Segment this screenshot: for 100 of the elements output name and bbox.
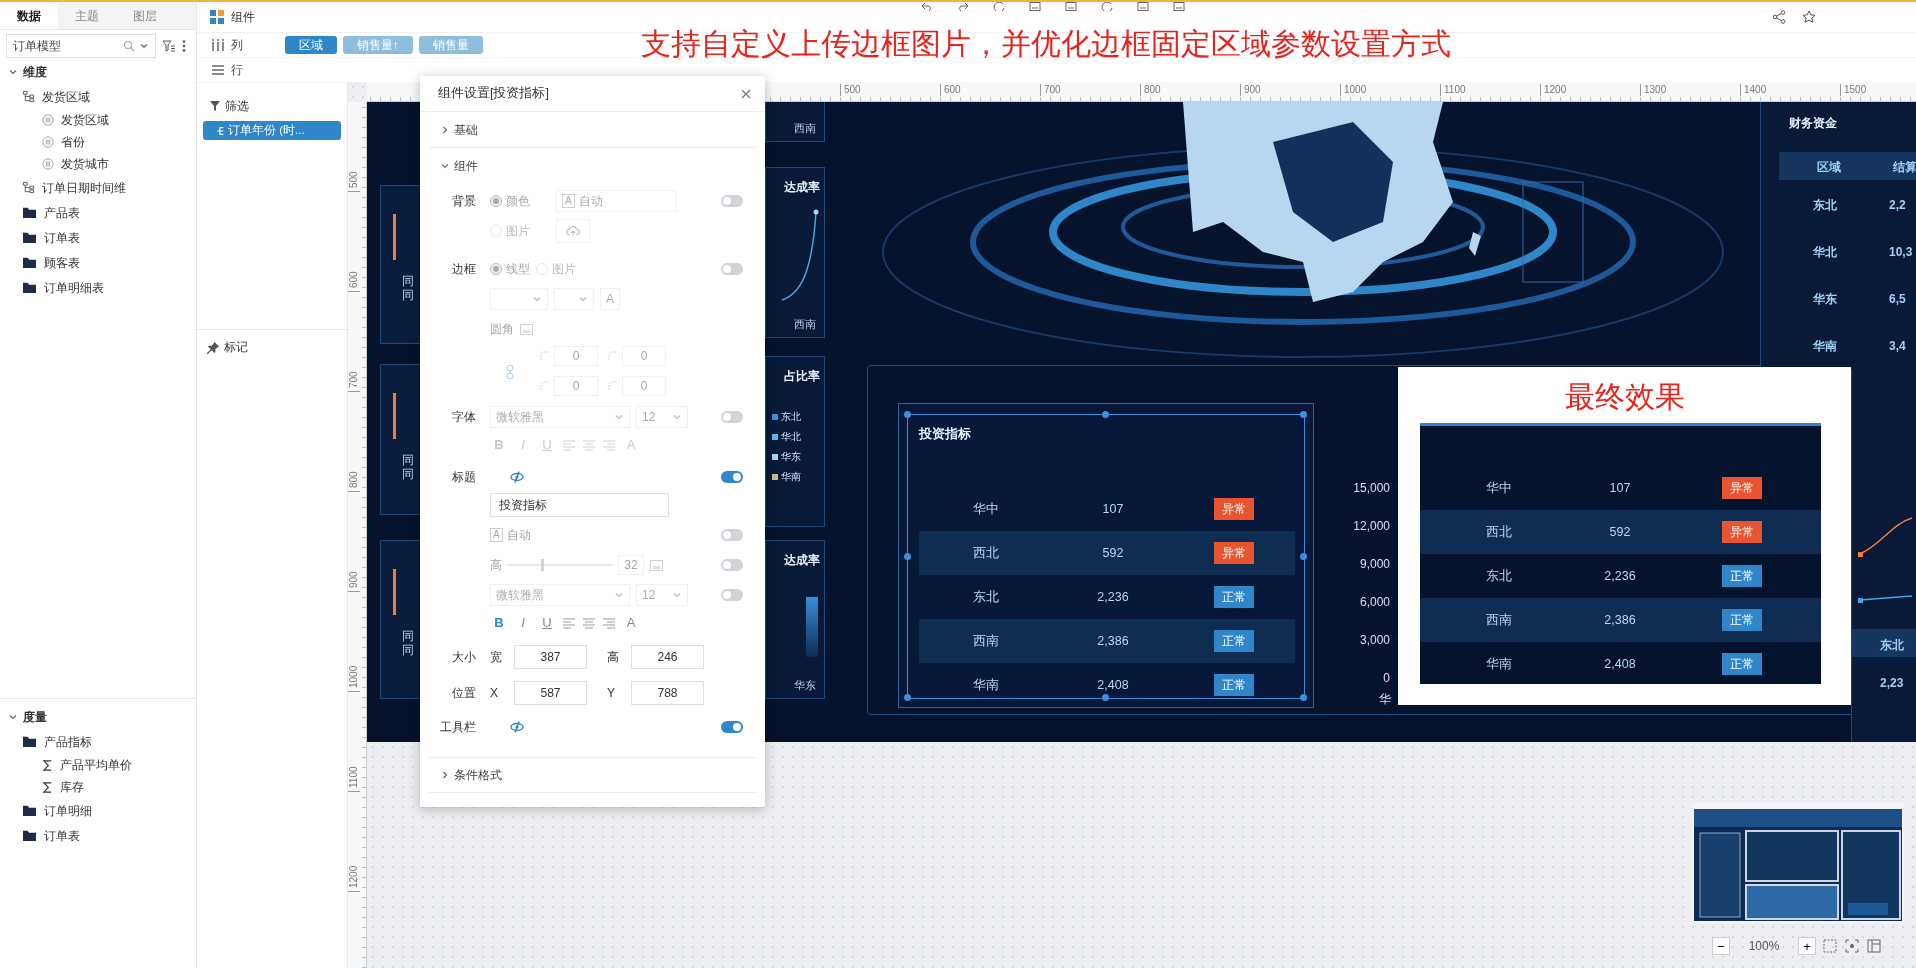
format-button[interactable]: B xyxy=(490,613,508,633)
number-input[interactable]: 587 xyxy=(514,681,587,705)
ruler-label: 1100 xyxy=(348,766,360,792)
tree-item[interactable]: 发货城市 xyxy=(0,153,196,175)
resize-handle[interactable] xyxy=(1102,694,1109,701)
tree-item[interactable]: 产品表 xyxy=(0,200,196,225)
tree-item[interactable]: 库存 xyxy=(0,776,196,798)
toggle-switch[interactable] xyxy=(721,529,743,541)
color-swatch[interactable]: A xyxy=(600,288,620,310)
window-icon[interactable] xyxy=(1137,2,1149,11)
resize-handle[interactable] xyxy=(1300,411,1307,418)
toggle-switch[interactable] xyxy=(721,195,743,207)
tree-item[interactable]: 省份 xyxy=(0,131,196,153)
panel-tab[interactable]: 数据 xyxy=(0,2,58,29)
tree-item[interactable]: 订单日期时间维 xyxy=(0,175,196,200)
table-header: 区域 xyxy=(1817,159,1841,176)
font-dropdown[interactable]: 微软雅黑 xyxy=(490,406,630,428)
redo-icon[interactable] xyxy=(957,2,969,11)
zoom-in-button[interactable]: + xyxy=(1798,937,1816,955)
section-header[interactable]: 度量 xyxy=(0,705,196,729)
panel-tab[interactable]: 图层 xyxy=(116,2,174,29)
color-field[interactable]: A 自动 xyxy=(490,526,531,544)
window-icon[interactable] xyxy=(1029,2,1041,11)
tree-item[interactable]: 订单表 xyxy=(0,225,196,250)
resize-handle[interactable] xyxy=(1300,552,1307,560)
section-header[interactable]: 条件格式 xyxy=(428,757,757,793)
size-dropdown[interactable]: 12 xyxy=(636,406,688,428)
title-input[interactable]: 投资指标 xyxy=(490,493,669,517)
resize-handle[interactable] xyxy=(904,694,911,701)
eye-icon[interactable] xyxy=(510,471,524,483)
star-icon[interactable] xyxy=(1802,10,1816,24)
corner-input[interactable]: 0 xyxy=(554,346,598,366)
color-field[interactable]: A 自动 xyxy=(556,190,677,212)
number-input[interactable]: 387 xyxy=(514,645,587,669)
toggle-switch[interactable] xyxy=(721,721,743,733)
tree-item[interactable]: 顾客表 xyxy=(0,250,196,275)
caret-icon[interactable] xyxy=(8,67,18,77)
undo-icon[interactable] xyxy=(921,2,933,11)
corner-input[interactable]: 0 xyxy=(554,376,598,396)
toggle-switch[interactable] xyxy=(721,411,743,423)
corner-input[interactable]: 0 xyxy=(622,346,666,366)
number-input[interactable]: 246 xyxy=(631,645,704,669)
number-input[interactable]: 788 xyxy=(631,681,704,705)
toggle-switch[interactable] xyxy=(721,263,743,275)
focus-icon[interactable] xyxy=(1844,938,1860,954)
radio-option[interactable]: 颜色 xyxy=(490,192,530,210)
caret-icon[interactable] xyxy=(8,712,18,722)
toggle-switch[interactable] xyxy=(721,589,743,601)
slider-thumb[interactable] xyxy=(541,559,545,571)
caret-icon[interactable] xyxy=(139,41,149,51)
caret-icon[interactable] xyxy=(440,161,450,171)
tree-item[interactable]: 订单明细表 xyxy=(0,275,196,300)
ruler-label: 900 xyxy=(1240,84,1261,96)
search-icon[interactable] xyxy=(123,40,135,52)
section-header[interactable]: 维度 xyxy=(0,60,196,84)
tree-item[interactable]: 发货区域 xyxy=(0,109,196,131)
toggle-switch[interactable] xyxy=(721,559,743,571)
radio-option[interactable]: 图片 xyxy=(536,260,576,278)
resize-handle[interactable] xyxy=(904,411,911,418)
radio-option[interactable]: 图片 xyxy=(490,222,530,240)
minimap-drawing[interactable] xyxy=(1692,803,1904,923)
refresh-icon[interactable] xyxy=(1101,2,1113,11)
format-button[interactable]: U xyxy=(538,613,556,633)
font-dropdown[interactable]: 微软雅黑 xyxy=(490,584,630,606)
section-header[interactable]: 基础 xyxy=(428,112,757,148)
radio-option[interactable]: 线型 xyxy=(490,260,530,278)
caret-icon[interactable] xyxy=(440,124,450,135)
filter-pill[interactable]: 订单年份 (时... xyxy=(203,121,341,140)
window-icon[interactable] xyxy=(1065,2,1077,11)
font-color-button[interactable]: A xyxy=(622,613,640,633)
card-title: 财务资金 xyxy=(1789,115,1837,132)
caret-icon[interactable] xyxy=(440,770,450,780)
eye-icon[interactable] xyxy=(510,721,524,733)
resize-handle[interactable] xyxy=(1300,694,1307,701)
zoom-out-button[interactable]: − xyxy=(1712,937,1730,955)
section-header[interactable]: 组件 xyxy=(428,148,757,184)
more-icon[interactable] xyxy=(182,39,186,53)
refresh-icon[interactable] xyxy=(993,2,1005,11)
tree-item[interactable]: 产品平均单价 xyxy=(0,754,196,776)
filter-icon[interactable] xyxy=(162,39,176,53)
toggle-switch[interactable] xyxy=(721,471,743,483)
tree-item[interactable]: 订单明细 xyxy=(0,798,196,823)
layout-icon[interactable] xyxy=(1866,938,1882,954)
model-select[interactable]: 订单模型 xyxy=(6,34,156,58)
tree-item[interactable]: 产品指标 xyxy=(0,729,196,754)
field-pill[interactable]: 区域 xyxy=(285,36,337,54)
resize-handle[interactable] xyxy=(1102,411,1109,418)
size-dropdown[interactable]: 12 xyxy=(636,584,688,606)
field-pill[interactable]: 销售量 xyxy=(418,36,483,54)
field-pill[interactable]: 销售量↑ xyxy=(343,36,413,54)
format-button[interactable]: I xyxy=(514,613,532,633)
window-icon[interactable] xyxy=(1173,2,1185,11)
tree-item[interactable]: 发货区域 xyxy=(0,84,196,109)
resize-handle[interactable] xyxy=(904,552,911,560)
tree-item[interactable]: 订单表 xyxy=(0,823,196,848)
share-icon[interactable] xyxy=(1772,10,1786,24)
panel-tab[interactable]: 主题 xyxy=(58,2,116,29)
height-input[interactable]: 32 xyxy=(618,555,644,575)
corner-input[interactable]: 0 xyxy=(622,376,666,396)
close-icon[interactable] xyxy=(741,88,751,99)
